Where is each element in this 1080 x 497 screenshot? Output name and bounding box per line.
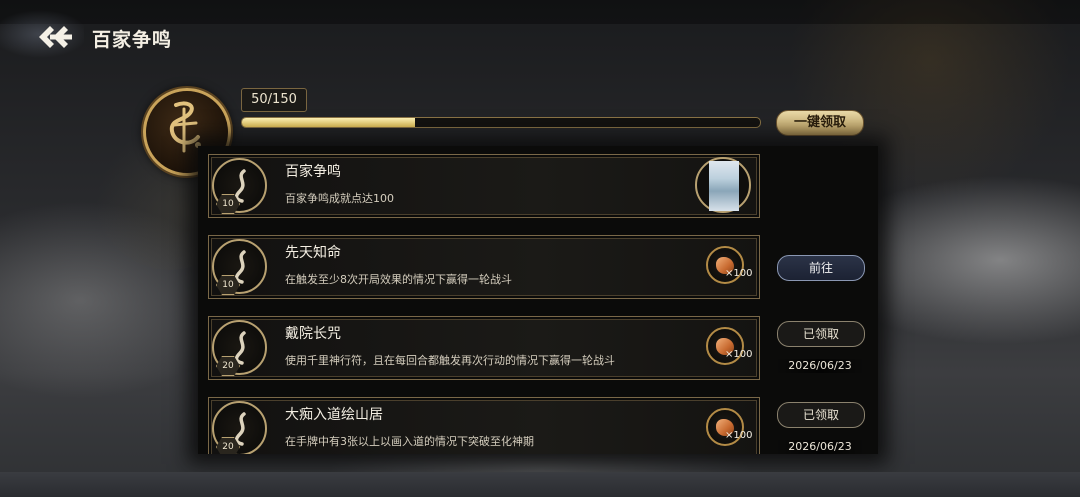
task-badge: 10 <box>212 239 267 295</box>
task-description: 使用千里神行符，且在每回合都触发再次行动的情况下赢得一轮战斗 <box>285 354 615 367</box>
task-badge: 10 <box>212 158 267 214</box>
reward-count: ×100 <box>725 268 753 279</box>
reward-count: ×100 <box>725 349 753 360</box>
top-bar <box>0 0 1080 24</box>
task-title: 大痴入道绘山居 <box>285 407 383 423</box>
bottom-bar <box>0 472 1080 497</box>
task-title: 百家争鸣 <box>285 164 341 180</box>
page-title: 百家争鸣 <box>92 29 173 51</box>
task-description: 百家争鸣成就点达100 <box>285 192 394 205</box>
task-row: 20 大痴入道绘山居 在手牌中有3张以上以画入道的情况下突破至化神期 ×100 <box>208 397 760 454</box>
claim-date: 2026/06/23 <box>775 440 865 454</box>
claim-date: 2026/06/23 <box>775 359 865 373</box>
task-badge: 20 <box>212 320 267 376</box>
task-row: 10 百家争鸣 百家争鸣成就点达100 <box>208 154 760 218</box>
claimed-button[interactable]: 已领取 <box>777 402 865 428</box>
task-list-panel: 10 百家争鸣 百家争鸣成就点达100 10 先天知命 在触发至少8次开局效果的… <box>198 146 878 454</box>
landscape-painting-icon <box>709 161 739 211</box>
task-row: 20 戴院长咒 使用千里神行符，且在每回合都触发再次行动的情况下赢得一轮战斗 ×… <box>208 316 760 380</box>
task-description: 在手牌中有3张以上以画入道的情况下突破至化神期 <box>285 435 534 448</box>
progress-bar <box>241 117 761 128</box>
progress-count: 50/150 <box>241 88 307 112</box>
reward-count: ×100 <box>725 430 753 441</box>
task-title: 戴院长咒 <box>285 326 341 342</box>
task-badge: 20 <box>212 401 267 454</box>
task-row: 10 先天知命 在触发至少8次开局效果的情况下赢得一轮战斗 ×100 <box>208 235 760 299</box>
progress-bar-fill <box>242 118 415 127</box>
claimed-button[interactable]: 已领取 <box>777 321 865 347</box>
painting-reward-icon[interactable] <box>695 157 751 213</box>
go-button[interactable]: 前往 <box>777 255 865 281</box>
claim-all-button[interactable]: 一键领取 <box>776 110 864 136</box>
task-title: 先天知命 <box>285 245 341 261</box>
double-chevron-left-icon[interactable] <box>36 22 76 52</box>
task-description: 在触发至少8次开局效果的情况下赢得一轮战斗 <box>285 273 512 286</box>
